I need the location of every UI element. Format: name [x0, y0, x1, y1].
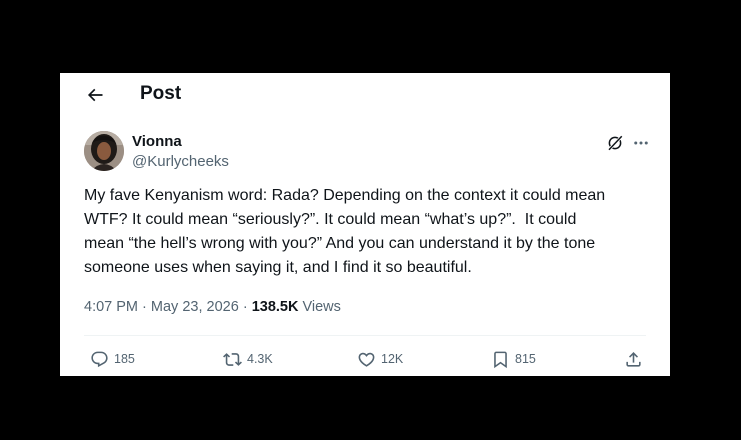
like-count: 12K — [381, 352, 404, 366]
display-name[interactable]: Vionna — [132, 133, 182, 151]
heart-icon — [358, 352, 375, 367]
author-row: Vionna @Kurlycheeks — [60, 129, 670, 173]
meta-separator: · — [242, 299, 248, 315]
reply-count: 185 — [114, 352, 135, 366]
bookmark-button[interactable]: 815 — [491, 348, 536, 370]
reply-icon — [91, 351, 108, 367]
post-date[interactable]: May 23, 2026 — [151, 299, 239, 315]
like-button[interactable]: 12K — [357, 348, 403, 370]
page-header: Post — [60, 73, 670, 117]
share-button[interactable] — [624, 348, 643, 370]
arrow-left-icon — [87, 88, 103, 102]
action-bar: 185 4.3K 12K 815 — [60, 348, 670, 370]
more-horizontal-icon[interactable] — [632, 134, 650, 152]
divider — [84, 335, 646, 336]
avatar-image — [84, 131, 124, 171]
user-handle[interactable]: @Kurlycheeks — [132, 153, 229, 171]
page-title: Post — [140, 83, 182, 104]
repost-button[interactable]: 4.3K — [223, 348, 273, 370]
reply-button[interactable]: 185 — [90, 348, 135, 370]
tweet-text: My fave Kenyanism word: Rada? Depending … — [84, 187, 606, 276]
avatar[interactable] — [84, 131, 124, 171]
back-button[interactable] — [85, 85, 105, 105]
meta-separator: · — [142, 299, 147, 315]
share-icon — [626, 351, 641, 367]
bookmark-icon — [494, 351, 507, 368]
grok-icon[interactable] — [606, 134, 624, 152]
views-count: 138.5K — [251, 299, 299, 315]
post-time[interactable]: 4:07 PM — [84, 299, 138, 315]
views-label: Views — [302, 299, 341, 315]
repost-count: 4.3K — [247, 352, 273, 366]
post-meta: 4:07 PM · May 23, 2026 · 138.5K Views — [84, 298, 341, 316]
bookmark-count: 815 — [515, 352, 536, 366]
post-card: Post Vionna @Kurlycheeks My fave Kenyani… — [60, 73, 670, 376]
repost-icon — [223, 352, 242, 366]
